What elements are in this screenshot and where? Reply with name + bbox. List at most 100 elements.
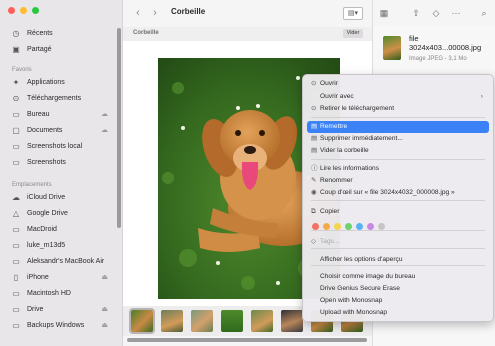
- back-button[interactable]: ‹: [131, 6, 145, 20]
- sidebar-location-google-drive[interactable]: △ Google Drive: [0, 206, 122, 222]
- sidebar-item-label: Applications: [27, 79, 65, 86]
- cloud-status-icon: ☁: [101, 127, 108, 134]
- menu-item-remove-download[interactable]: ⊙ Retirer le téléchargement: [307, 103, 489, 115]
- sidebar-item-screenshots-local[interactable]: ▭ Screenshots local: [0, 139, 122, 155]
- menu-item-copy[interactable]: ⧉ Copier: [307, 206, 489, 218]
- thumbnail[interactable]: [161, 310, 183, 332]
- sidebar-location-aleksandr-s-macbook-air[interactable]: ▭ Aleksandr's MacBook Air: [0, 254, 122, 270]
- menu-item-open-with-monosnap[interactable]: Open with Monosnap: [307, 295, 489, 307]
- thumbnail[interactable]: [221, 310, 243, 332]
- tag-color-dot[interactable]: [345, 223, 352, 230]
- disk-icon: ▭: [12, 289, 20, 298]
- menu-separator: [311, 248, 485, 249]
- sidebar-item-label: Screenshots: [27, 159, 66, 166]
- menu-item-drive-genius-erase[interactable]: Drive Genius Secure Erase: [307, 283, 489, 295]
- sidebar-item-label: Screenshots local: [27, 143, 83, 150]
- thumbnail-selected[interactable]: [129, 308, 155, 334]
- close-window-button[interactable]: [8, 7, 15, 14]
- toolbar: ‹ › Corbeille ▤▾: [123, 0, 372, 26]
- sidebar-item-applications[interactable]: ✦ Applications: [0, 75, 122, 91]
- sidebar-location-icloud-drive[interactable]: ☁ iCloud Drive: [0, 190, 122, 206]
- shared-folder-icon: ▣: [12, 45, 20, 54]
- sidebar-location-iphone[interactable]: ▯ iPhone ⏏: [0, 270, 122, 286]
- sidebar-item-partag-[interactable]: ▣ Partagé: [0, 42, 122, 58]
- menu-item-icon: ⓘ: [311, 165, 318, 172]
- tag-color-dot[interactable]: [334, 223, 341, 230]
- phone-icon: ▯: [13, 273, 19, 282]
- sidebar-item-label: Récents: [27, 30, 53, 37]
- chevron-right-icon: ›: [480, 93, 483, 100]
- sidebar-location-luke-m13d5[interactable]: ▭ luke_m13d5: [0, 238, 122, 254]
- sidebar-item-t-l-chargements[interactable]: ⊙ Téléchargements: [0, 91, 122, 107]
- sidebar-item-bureau[interactable]: ▭ Bureau ☁: [0, 107, 122, 123]
- tag-color-dot[interactable]: [378, 223, 385, 230]
- path-label: Corbeille: [133, 30, 159, 36]
- sidebar-locations-section: Emplacements ☁ iCloud Drive △ Google Drive ▭…: [0, 180, 122, 334]
- horizontal-scrollbar[interactable]: [127, 338, 367, 342]
- thumbnail[interactable]: [191, 310, 213, 332]
- sidebar-item-r-cents[interactable]: ◷ Récents: [0, 26, 122, 42]
- minimize-window-button[interactable]: [20, 7, 27, 14]
- share-icon[interactable]: ⇧: [409, 6, 423, 20]
- clock-icon: ◷: [12, 29, 20, 38]
- thumbnail[interactable]: [251, 310, 273, 332]
- document-folder-icon: ▢: [12, 126, 20, 135]
- sidebar-item-documents[interactable]: ▢ Documents ☁: [0, 123, 122, 139]
- menu-item-upload-with-monosnap[interactable]: Upload with Monosnap: [307, 307, 489, 319]
- menu-item-label: Supprimer immédiatement...: [320, 135, 403, 142]
- menu-item-icon: ✎: [311, 177, 317, 184]
- tag-color-dot[interactable]: [323, 223, 330, 230]
- folder-icon: ▭: [12, 142, 20, 151]
- sidebar-location-macintosh-hd[interactable]: ▭ Macintosh HD: [0, 286, 122, 302]
- menu-item-get-info[interactable]: ⓘ Lire les informations: [307, 163, 489, 175]
- empty-trash-button[interactable]: Vider: [343, 29, 363, 38]
- eject-icon[interactable]: ⏏: [101, 270, 108, 286]
- sidebar-location-macdroid[interactable]: ▭ MacDroid: [0, 222, 122, 238]
- sidebar-favorites-section: Favoris ✦ Applications ⊙ Téléchargements ▭ Bu…: [0, 65, 122, 171]
- sidebar-item-label: Drive: [27, 306, 44, 313]
- menu-item-icon: ▤: [311, 123, 318, 130]
- view-mode-button[interactable]: ▤▾: [343, 7, 363, 20]
- menu-item-open-with[interactable]: Ouvrir avec ›: [307, 91, 489, 103]
- menu-item-label: Renommer: [320, 177, 353, 184]
- eject-icon[interactable]: ⏏: [101, 318, 108, 334]
- sidebar-item-label: Documents: [27, 127, 63, 134]
- menu-item-set-desktop-picture[interactable]: Choisir comme image du bureau: [307, 271, 489, 283]
- menu-separator: [311, 200, 485, 201]
- menu-item-quick-look[interactable]: ◉ Coup d'œil sur « file 3024x4032_000008.…: [307, 187, 489, 199]
- eject-icon[interactable]: ⏏: [101, 302, 108, 318]
- menu-item-label: Tags...: [320, 238, 340, 245]
- menu-item-icon: ⧉: [311, 208, 316, 215]
- grid-view-icon[interactable]: ▦: [377, 6, 391, 20]
- menu-item-label: Afficher les options d'aperçu: [320, 256, 403, 263]
- menu-item-put-back[interactable]: ▤ Remettre: [307, 121, 489, 133]
- tag-color-dot[interactable]: [356, 223, 363, 230]
- sidebar-item-label: Partagé: [27, 46, 52, 53]
- desktop-folder-icon: ▭: [12, 110, 20, 119]
- menu-item-label: Lire les informations: [320, 165, 380, 172]
- sidebar-item-label: iCloud Drive: [27, 194, 66, 201]
- menu-item-label: Upload with Monosnap: [320, 309, 388, 316]
- menu-item-delete-immediately[interactable]: ▤ Supprimer immédiatement...: [307, 133, 489, 145]
- path-bar: Corbeille Vider: [123, 27, 372, 41]
- forward-button[interactable]: ›: [148, 6, 162, 20]
- tag-icon[interactable]: ◇: [429, 6, 443, 20]
- sidebar-item-label: iPhone: [27, 274, 49, 281]
- menu-item-empty-trash[interactable]: ▤ Vider la corbeille: [307, 145, 489, 157]
- sidebar-scrollbar[interactable]: [117, 28, 121, 228]
- thumbnail[interactable]: [281, 310, 303, 332]
- sidebar-item-label: MacDroid: [27, 226, 57, 233]
- sidebar-item-screenshots[interactable]: ▭ Screenshots: [0, 155, 122, 171]
- sidebar-location-drive[interactable]: ▭ Drive ⏏: [0, 302, 122, 318]
- search-icon[interactable]: ⌕: [477, 6, 491, 20]
- menu-item-open[interactable]: ⊙ Ouvrir: [307, 78, 489, 90]
- sidebar-item-label: Bureau: [27, 111, 50, 118]
- menu-item-icon: ◉: [311, 189, 317, 196]
- more-icon[interactable]: ···: [449, 6, 463, 20]
- menu-item-rename[interactable]: ✎ Renommer: [307, 175, 489, 187]
- sidebar-location-backups-windows[interactable]: ▭ Backups Windows ⏏: [0, 318, 122, 334]
- tag-color-dot[interactable]: [312, 223, 319, 230]
- right-toolbar: ▦ ⇧ ◇ ··· ⌕: [372, 0, 495, 26]
- zoom-window-button[interactable]: [32, 7, 39, 14]
- tag-color-dot[interactable]: [367, 223, 374, 230]
